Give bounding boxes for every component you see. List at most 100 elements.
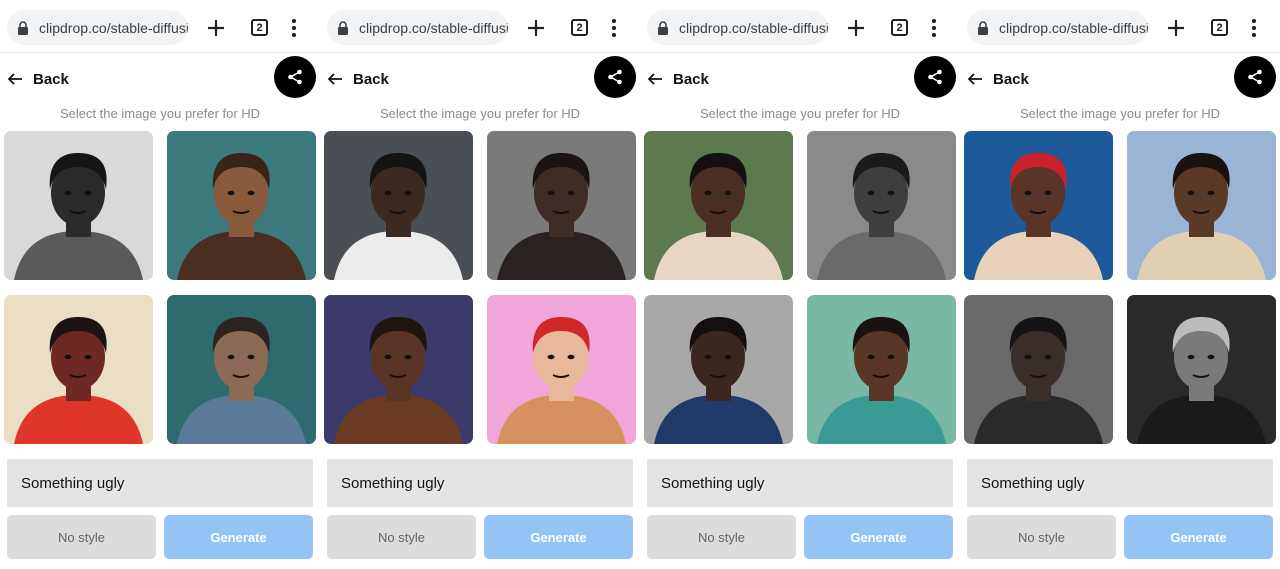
generated-image-3[interactable] bbox=[4, 295, 153, 444]
portrait-picture bbox=[4, 295, 153, 444]
lock-icon bbox=[658, 20, 668, 35]
prompt-input[interactable]: Something ugly bbox=[7, 459, 313, 507]
select-hint: Select the image you prefer for HD bbox=[59, 106, 261, 121]
tab-switcher-button[interactable]: 2 bbox=[571, 19, 588, 36]
generate-button[interactable]: Generate bbox=[1124, 515, 1273, 559]
browser-toolbar: clipdrop.co/stable-diffusion 2 bbox=[640, 0, 960, 53]
generate-button[interactable]: Generate bbox=[164, 515, 313, 559]
portrait-picture bbox=[324, 131, 473, 280]
select-hint: Select the image you prefer for HD bbox=[699, 106, 901, 121]
share-icon bbox=[1248, 69, 1262, 85]
generated-image-4[interactable] bbox=[807, 295, 956, 444]
tab-switcher-button[interactable]: 2 bbox=[891, 19, 908, 36]
back-button[interactable]: Back bbox=[327, 68, 389, 90]
generated-image-1[interactable] bbox=[324, 131, 473, 280]
address-bar[interactable]: clipdrop.co/stable-diffusion bbox=[967, 10, 1148, 45]
prompt-input[interactable]: Something ugly bbox=[327, 459, 633, 507]
prompt-input[interactable]: Something ugly bbox=[647, 459, 953, 507]
generated-image-2[interactable] bbox=[1127, 131, 1276, 280]
arrow-left-icon bbox=[647, 73, 662, 85]
lock-icon bbox=[18, 20, 28, 35]
generated-image-1[interactable] bbox=[4, 131, 153, 280]
select-hint: Select the image you prefer for HD bbox=[1019, 106, 1221, 121]
prompt-input[interactable]: Something ugly bbox=[967, 459, 1273, 507]
arrow-left-icon bbox=[967, 73, 982, 85]
url-text: clipdrop.co/stable-diffusion bbox=[999, 19, 1148, 36]
generate-button[interactable]: Generate bbox=[484, 515, 633, 559]
new-tab-icon[interactable] bbox=[205, 17, 227, 39]
share-button[interactable] bbox=[914, 56, 956, 98]
phone-panel-4: clipdrop.co/stable-diffusion 2 Back Sele… bbox=[960, 0, 1280, 569]
share-button[interactable] bbox=[274, 56, 316, 98]
address-bar[interactable]: clipdrop.co/stable-diffusion bbox=[327, 10, 508, 45]
url-text: clipdrop.co/stable-diffusion bbox=[39, 19, 188, 36]
tab-switcher-button[interactable]: 2 bbox=[1211, 19, 1228, 36]
browser-toolbar: clipdrop.co/stable-diffusion 2 bbox=[320, 0, 640, 53]
generated-image-3[interactable] bbox=[644, 295, 793, 444]
browser-toolbar: clipdrop.co/stable-diffusion 2 bbox=[960, 0, 1280, 53]
address-bar[interactable]: clipdrop.co/stable-diffusion bbox=[7, 10, 188, 45]
new-tab-icon[interactable] bbox=[1165, 17, 1187, 39]
lock-icon bbox=[978, 20, 988, 35]
back-button[interactable]: Back bbox=[7, 68, 69, 90]
portrait-picture bbox=[644, 131, 793, 280]
tab-count: 2 bbox=[1216, 21, 1223, 34]
select-hint: Select the image you prefer for HD bbox=[379, 106, 581, 121]
arrow-left-icon bbox=[7, 73, 22, 85]
back-label: Back bbox=[673, 70, 709, 88]
portrait-picture bbox=[1127, 131, 1276, 280]
back-label: Back bbox=[353, 70, 389, 88]
phone-panel-1: clipdrop.co/stable-diffusion 2 Back Sele… bbox=[0, 0, 320, 569]
generated-image-3[interactable] bbox=[324, 295, 473, 444]
portrait-picture bbox=[644, 295, 793, 444]
portrait-picture bbox=[167, 295, 316, 444]
generated-image-2[interactable] bbox=[807, 131, 956, 280]
portrait-picture bbox=[964, 131, 1113, 280]
more-menu-icon[interactable] bbox=[926, 17, 942, 39]
share-button[interactable] bbox=[1234, 56, 1276, 98]
back-button[interactable]: Back bbox=[647, 68, 709, 90]
tab-count: 2 bbox=[576, 21, 583, 34]
style-button[interactable]: No style bbox=[647, 515, 796, 559]
url-text: clipdrop.co/stable-diffusion bbox=[359, 19, 508, 36]
more-menu-icon[interactable] bbox=[1246, 17, 1262, 39]
portrait-picture bbox=[167, 131, 316, 280]
more-menu-icon[interactable] bbox=[286, 17, 302, 39]
tab-switcher-button[interactable]: 2 bbox=[251, 19, 268, 36]
share-icon bbox=[288, 69, 302, 85]
generate-button[interactable]: Generate bbox=[804, 515, 953, 559]
new-tab-icon[interactable] bbox=[845, 17, 867, 39]
share-icon bbox=[608, 69, 622, 85]
portrait-picture bbox=[487, 131, 636, 280]
back-label: Back bbox=[33, 70, 69, 88]
share-button[interactable] bbox=[594, 56, 636, 98]
tab-count: 2 bbox=[256, 21, 263, 34]
style-button[interactable]: No style bbox=[327, 515, 476, 559]
portrait-picture bbox=[487, 295, 636, 444]
more-menu-icon[interactable] bbox=[606, 17, 622, 39]
share-icon bbox=[928, 69, 942, 85]
generated-image-4[interactable] bbox=[1127, 295, 1276, 444]
generated-image-4[interactable] bbox=[167, 295, 316, 444]
generated-image-1[interactable] bbox=[644, 131, 793, 280]
generated-image-3[interactable] bbox=[964, 295, 1113, 444]
generated-image-2[interactable] bbox=[487, 131, 636, 280]
style-button[interactable]: No style bbox=[7, 515, 156, 559]
screenshot-strip: clipdrop.co/stable-diffusion 2 Back Sele… bbox=[0, 0, 1280, 569]
phone-panel-3: clipdrop.co/stable-diffusion 2 Back Sele… bbox=[640, 0, 960, 569]
tab-count: 2 bbox=[896, 21, 903, 34]
generated-image-4[interactable] bbox=[487, 295, 636, 444]
portrait-picture bbox=[324, 295, 473, 444]
generated-image-1[interactable] bbox=[964, 131, 1113, 280]
portrait-picture bbox=[1127, 295, 1276, 444]
style-button[interactable]: No style bbox=[967, 515, 1116, 559]
portrait-picture bbox=[807, 131, 956, 280]
portrait-picture bbox=[807, 295, 956, 444]
address-bar[interactable]: clipdrop.co/stable-diffusion bbox=[647, 10, 828, 45]
url-text: clipdrop.co/stable-diffusion bbox=[679, 19, 828, 36]
generated-image-2[interactable] bbox=[167, 131, 316, 280]
new-tab-icon[interactable] bbox=[525, 17, 547, 39]
arrow-left-icon bbox=[327, 73, 342, 85]
back-button[interactable]: Back bbox=[967, 68, 1029, 90]
portrait-picture bbox=[4, 131, 153, 280]
